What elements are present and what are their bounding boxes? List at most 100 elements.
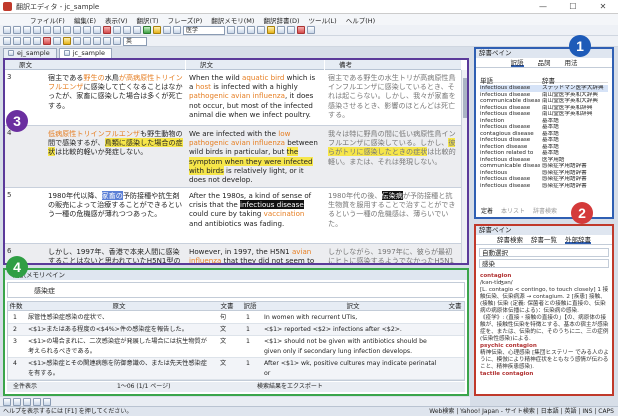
save-icon[interactable] <box>23 26 31 34</box>
column-header-source[interactable]: 原文 <box>5 60 185 70</box>
memory-row[interactable]: 2 <$1>またはある程度の<$4%>件の感染症を報告した。 文 1 <$1> … <box>8 324 464 336</box>
copy-icon[interactable] <box>53 26 61 34</box>
stop-icon[interactable] <box>297 26 305 34</box>
nav-prev-icon[interactable] <box>13 397 21 406</box>
dictionary-entry[interactable]: infectious disease 感染症学用語辞書 <box>480 183 608 190</box>
target-cell[interactable]: However, in 1997, the H5N1 avian influen… <box>189 247 320 263</box>
menu-dictionary[interactable]: 翻訳辞書(D) <box>263 15 299 25</box>
view-icon[interactable] <box>113 37 121 45</box>
paste-icon[interactable] <box>63 26 71 34</box>
source-cell[interactable]: 低病原性トリインフルエンザも野生動物の間で感染するが、鳥類に感染した場合の症状は… <box>48 129 183 157</box>
first-icon[interactable] <box>23 37 31 45</box>
layout-icon[interactable] <box>307 26 315 34</box>
tab-ej-sample[interactable]: ej_sample <box>3 48 57 58</box>
dictionary-icon[interactable] <box>163 26 171 34</box>
memory-row[interactable]: 1 尿管性感染症感染の症状で、 句 1 In women with recurr… <box>8 312 464 324</box>
show-all-button[interactable]: 全件表示 <box>13 382 37 392</box>
memory-row[interactable]: 4 <$1>感染症とその関連病態を防御意識の、または先天性感染症を有する。 文 … <box>8 358 464 380</box>
open-icon[interactable] <box>13 26 21 34</box>
pane-icon[interactable] <box>287 26 295 34</box>
new-icon[interactable] <box>3 26 11 34</box>
dictionary-select[interactable]: 自動選択 <box>479 248 609 257</box>
nav-first-icon[interactable] <box>3 397 11 406</box>
menu-help[interactable]: ヘルプ(H) <box>346 15 375 25</box>
next-icon[interactable] <box>13 37 21 45</box>
target-cell[interactable]: After the 1980s, a kind of sense of cris… <box>189 191 320 228</box>
tab-part-of-speech[interactable]: 品詞 <box>538 58 551 67</box>
tab-usage[interactable]: 用法 <box>565 58 578 67</box>
menu-phrase[interactable]: フレーズ(P) <box>168 15 203 25</box>
prev-icon[interactable] <box>3 37 11 45</box>
source-cell[interactable]: 1980年代以降、家畜の予防接種や抗生剤の販売によって治療することができるという… <box>48 191 183 219</box>
minimize-button[interactable]: — <box>528 0 558 14</box>
menu-file[interactable]: ファイル(F) <box>30 15 65 25</box>
target-cell[interactable]: When the wild aquatic bird which is a ho… <box>189 73 320 119</box>
search-button[interactable]: 辞書検索 <box>533 206 557 215</box>
fix-checkbox[interactable]: 定着 <box>481 206 493 215</box>
column-header-note[interactable]: 備考 <box>325 60 461 70</box>
nav-next-icon[interactable] <box>23 397 31 406</box>
memory-icon[interactable] <box>173 26 181 34</box>
tab-external-dictionary[interactable]: 外部辞書 <box>565 235 591 244</box>
column-header-target[interactable]: 訳文 <box>186 60 324 70</box>
filter-icon[interactable] <box>227 26 235 34</box>
menu-tools[interactable]: ツール(L) <box>309 15 337 25</box>
close-button[interactable]: ✕ <box>588 0 618 14</box>
note-icon[interactable] <box>103 37 111 45</box>
grid-icon[interactable] <box>277 26 285 34</box>
merge-icon[interactable] <box>73 37 81 45</box>
segment-row[interactable]: 4 低病原性トリインフルエンザも野生動物の間で感染するが、鳥類に感染した場合の症… <box>5 126 467 188</box>
list-icon[interactable] <box>123 26 131 34</box>
undo-icon[interactable] <box>73 26 81 34</box>
cut-icon[interactable] <box>43 26 51 34</box>
tab-translation[interactable]: 訳語 <box>510 58 524 67</box>
segment-row[interactable]: 5 1980年代以降、家畜の予防接種や抗生剤の販売によって治療することができると… <box>5 188 467 244</box>
format-icon[interactable] <box>133 26 141 34</box>
scrollbar-thumb[interactable] <box>463 78 467 118</box>
memory-header-target[interactable]: 訳文 <box>260 302 446 311</box>
segment-icon[interactable] <box>53 37 61 45</box>
confirm-icon[interactable] <box>93 37 101 45</box>
source-cell[interactable]: 宿主である野生の水鳥が高病原性トリインフルエンザに感染して亡くなることはなかった… <box>48 73 183 110</box>
translate-icon[interactable] <box>103 26 111 34</box>
highlight-icon[interactable] <box>267 26 275 34</box>
grid-scrollbar[interactable] <box>461 70 467 263</box>
run-icon[interactable] <box>143 26 151 34</box>
memory-header-doc2[interactable]: 文書 <box>446 302 464 311</box>
tab-dictionary-list[interactable]: 辞書一覧 <box>531 235 557 244</box>
segment-row[interactable]: 3 宿主である野生の水鳥が高病原性トリインフルエンザに感染して亡くなることはなか… <box>5 70 467 126</box>
last-icon[interactable] <box>33 37 41 45</box>
maximize-button[interactable]: ☐ <box>558 0 588 14</box>
memory-header-doc[interactable]: 文書 <box>214 302 240 311</box>
tab-dictionary-search[interactable]: 辞書検索 <box>497 235 523 244</box>
menu-edit[interactable]: 編集(E) <box>74 15 96 25</box>
lookup-search-input[interactable]: 感染 <box>479 259 609 268</box>
memory-header-count[interactable]: 件数 <box>8 302 24 311</box>
refresh-icon[interactable] <box>43 397 51 406</box>
memory-query-field[interactable]: 感染症 <box>7 282 465 298</box>
tab-jc-sample[interactable]: jc_sample <box>58 48 112 58</box>
domain-select[interactable]: 医学 <box>183 25 225 35</box>
split-icon[interactable] <box>83 37 91 45</box>
mark-icon[interactable] <box>63 37 71 45</box>
note-cell[interactable]: 我々は特に野鳥の間に低い病原性鳥インフルエンザに感染している。しかし、彼らがトリ… <box>328 129 459 166</box>
memory-row[interactable]: 3 <$1>の場合まれに、二次感染症が発展した場合には抗生物質が考えられるべきで… <box>8 336 464 358</box>
nav-last-icon[interactable] <box>33 397 41 406</box>
align-icon[interactable] <box>113 26 121 34</box>
list-button[interactable]: 本リスト <box>501 206 525 215</box>
segment-row[interactable]: 6 しかし、1997年、香港で本来人間に感染することはないと思われていたH5N1… <box>5 244 467 263</box>
export-results-button[interactable]: 検索結果をエクスポート <box>257 382 323 392</box>
language-select[interactable]: 英 <box>123 36 147 46</box>
phrase-icon[interactable] <box>247 26 255 34</box>
source-cell[interactable]: しかし、1997年、香港で本来人間に感染することはないと思われていたH5N1型の… <box>48 247 183 263</box>
memory-header-term[interactable]: 訳語 <box>240 302 260 311</box>
note-cell[interactable]: 1980年代の後、伝染病が予防接種と抗生物質を服用することで治すことができるとい… <box>328 191 459 228</box>
menu-view[interactable]: 表示(V) <box>105 15 128 25</box>
note-cell[interactable]: しかしながら、1997年に、彼らが最初にヒトに感染するようでなかったH5N1鳥イ… <box>328 247 459 263</box>
redo-icon[interactable] <box>83 26 91 34</box>
print-icon[interactable] <box>33 26 41 34</box>
delete-icon[interactable] <box>43 37 51 45</box>
check-icon[interactable] <box>257 26 265 34</box>
note-cell[interactable]: 宿主である野生の水生トリが高病原性鳥インフルエンザに感染しているとき、それは起こ… <box>328 73 459 119</box>
target-cell[interactable]: We are infected with the low pathogenic … <box>189 129 320 184</box>
